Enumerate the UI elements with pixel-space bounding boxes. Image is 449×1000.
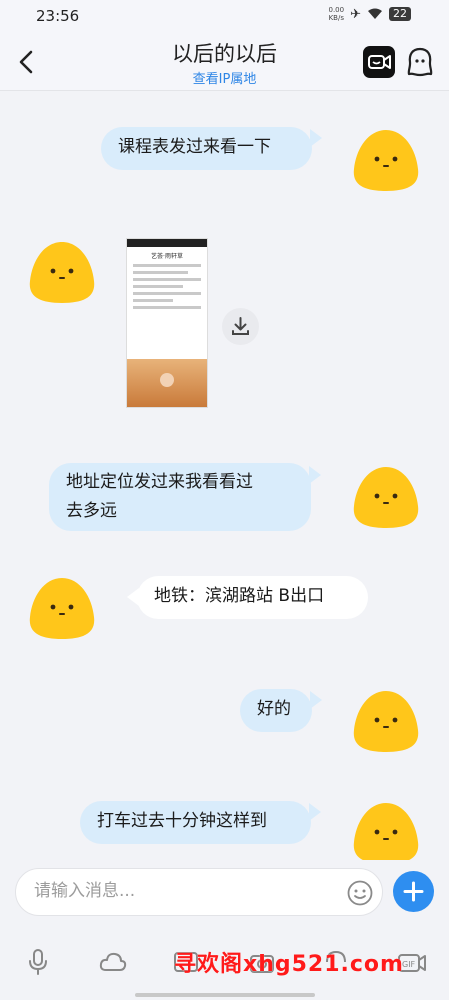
plus-button[interactable] [393,871,434,912]
bubble-tail [310,691,322,709]
thumbnail-text-line [133,285,183,288]
composer: GIF 寻欢阁xhg521.com [0,860,449,1000]
airplane-icon: ✈ [350,6,361,22]
emoji-icon[interactable] [346,879,374,907]
toolbar: GIF 寻欢阁xhg521.com [0,948,449,978]
plus-icon [403,881,424,902]
chat-header: 以后的以后 查看IP属地 [0,34,449,91]
bubble-tail [310,129,322,147]
thumbnail-statusbar [127,239,207,247]
user-avatar[interactable] [352,688,420,754]
contact-avatar[interactable] [28,239,96,305]
thumbnail-text-line [133,306,201,309]
message-bubble-sent[interactable]: 好的 [240,689,312,732]
video-call-icon[interactable] [363,46,395,78]
network-speed: 0.00 KB/s [328,6,345,22]
thumbnail-photo [127,359,207,407]
message-bubble-sent[interactable]: 地址定位发过来我看看过 去多远 [49,463,311,531]
message-bubble-received[interactable]: 地铁：滨湖路站 B出口 [137,576,368,619]
home-indicator [135,993,315,997]
thumbnail-text-line [133,299,173,302]
battery-indicator: 22 [389,7,411,21]
user-avatar[interactable] [352,800,420,860]
download-icon [232,317,249,335]
message-bubble-sent[interactable]: 课程表发过来看一下 [101,127,312,170]
image-message-thumbnail[interactable]: 艺荟·雨轩草 [126,238,208,408]
message-input[interactable] [32,880,336,902]
svg-text:GIF: GIF [402,960,416,969]
status-icons: 0.00 KB/s ✈ 22 [328,6,411,22]
contact-avatar[interactable] [28,575,96,641]
thumbnail-text-line [133,278,201,281]
thumbnail-text-line [133,264,201,267]
message-input-container [15,868,383,916]
user-avatar[interactable] [352,464,420,530]
status-bar: 23:56 0.00 KB/s ✈ 22 [0,0,449,34]
cloud-icon[interactable] [98,948,128,976]
download-button[interactable] [222,308,259,345]
status-time: 23:56 [36,7,80,25]
thumbnail-text-line [133,292,201,295]
mic-icon[interactable] [24,948,52,976]
thumbnail-caption: 艺荟·雨轩草 [151,253,183,260]
user-avatar[interactable] [352,127,420,193]
message-bubble-sent[interactable]: 打车过去十分钟这样到 [80,801,311,844]
bubble-tail [309,466,321,484]
watermark: 寻欢阁xhg521.com [174,952,404,977]
thumbnail-text-line [133,271,188,274]
wifi-icon [368,8,382,19]
profile-icon[interactable] [406,46,434,78]
bubble-tail [309,803,321,821]
